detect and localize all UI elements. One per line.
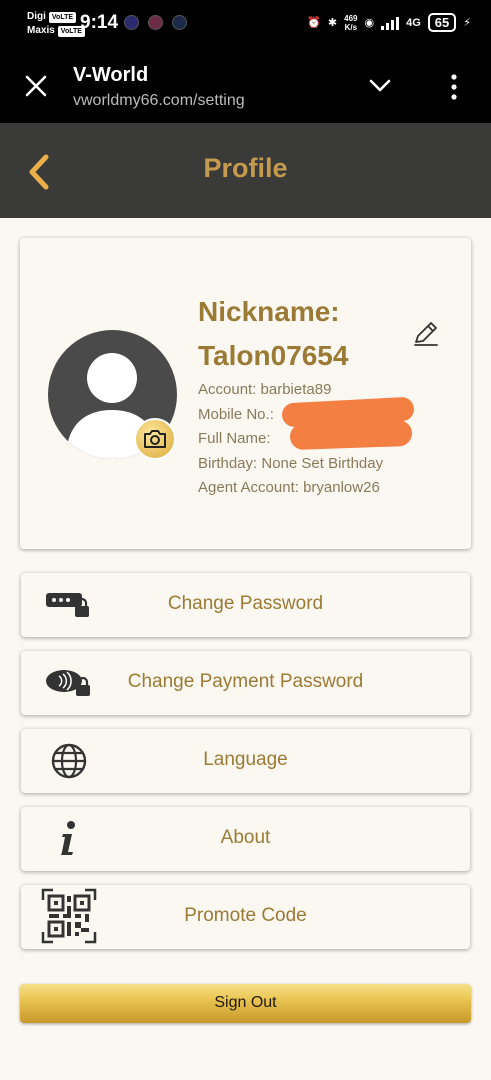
nickname: Nickname: Talon07654	[198, 290, 348, 378]
signal-bars-icon	[381, 16, 400, 30]
redaction-mark	[289, 419, 413, 451]
change-password-row[interactable]: Change Password	[21, 573, 470, 637]
network-type: 4G	[406, 16, 421, 29]
carrier-info: Digi VoLTE Maxis VoLTE	[27, 10, 85, 38]
network-speed: 469 K/s	[344, 14, 357, 32]
alarm-icon: ⏰	[307, 17, 321, 29]
agent-account-text: Agent Account: bryanlow26	[198, 479, 380, 496]
site-title: V-World	[73, 64, 149, 86]
sign-out-button[interactable]: Sign Out	[20, 984, 471, 1023]
menu-label: Change Password	[167, 593, 324, 614]
more-options-icon[interactable]	[446, 74, 462, 100]
birthday-text: Birthday: None Set Birthday	[198, 454, 384, 472]
speed-unit: K/s	[344, 22, 358, 32]
page-title: Profile	[203, 153, 288, 183]
camera-icon	[144, 430, 166, 448]
browser-toolbar: V-World vworldmy66.com/setting	[0, 48, 491, 123]
bluetooth-icon: ✱	[327, 17, 338, 29]
menu-label: Promote Code	[184, 905, 307, 926]
status-clock: 9:14	[80, 12, 119, 33]
app-notification-icon	[172, 15, 187, 30]
change-payment-password-row[interactable]: Change Payment Password	[21, 651, 470, 715]
status-icons: ⏰ ✱ 469 K/s ◉ 4G 65 ⚡	[307, 13, 471, 32]
site-url: vworldmy66.com/setting	[73, 92, 245, 109]
app-notification-icon	[124, 15, 139, 30]
language-row[interactable]: Language	[21, 729, 470, 793]
notification-icons	[124, 15, 187, 30]
close-icon[interactable]	[22, 72, 50, 100]
edit-pencil-icon[interactable]	[412, 320, 440, 348]
about-row[interactable]: About	[21, 807, 470, 871]
chevron-down-icon[interactable]	[368, 76, 392, 96]
charging-icon: ⚡	[463, 17, 471, 29]
change-photo-button[interactable]	[134, 418, 176, 460]
menu-label: Language	[203, 749, 288, 770]
menu-label: Change Payment Password	[127, 671, 364, 692]
menu-label: About	[220, 827, 271, 848]
battery-indicator: 65	[427, 13, 457, 32]
app-notification-icon	[148, 15, 163, 30]
carrier-1: Digi	[27, 11, 46, 22]
carrier-2: Maxis	[27, 25, 55, 36]
status-bar: Digi VoLTE Maxis VoLTE 9:14 ⏰ ✱ 469 K/s ◉ 4…	[0, 0, 491, 48]
speed-value: 469	[344, 13, 358, 23]
volte-badge: VoLTE	[48, 11, 77, 23]
nickname-value: Talon07654	[198, 340, 349, 371]
promote-code-row[interactable]: Promote Code	[21, 885, 470, 949]
hotspot-icon: ◉	[364, 17, 375, 29]
nickname-label: Nickname:	[198, 296, 340, 327]
profile-card: Nickname: Talon07654 Account: barbieta89…	[20, 238, 471, 549]
app-header: Profile	[0, 123, 491, 218]
sign-out-label: Sign Out	[214, 994, 277, 1011]
